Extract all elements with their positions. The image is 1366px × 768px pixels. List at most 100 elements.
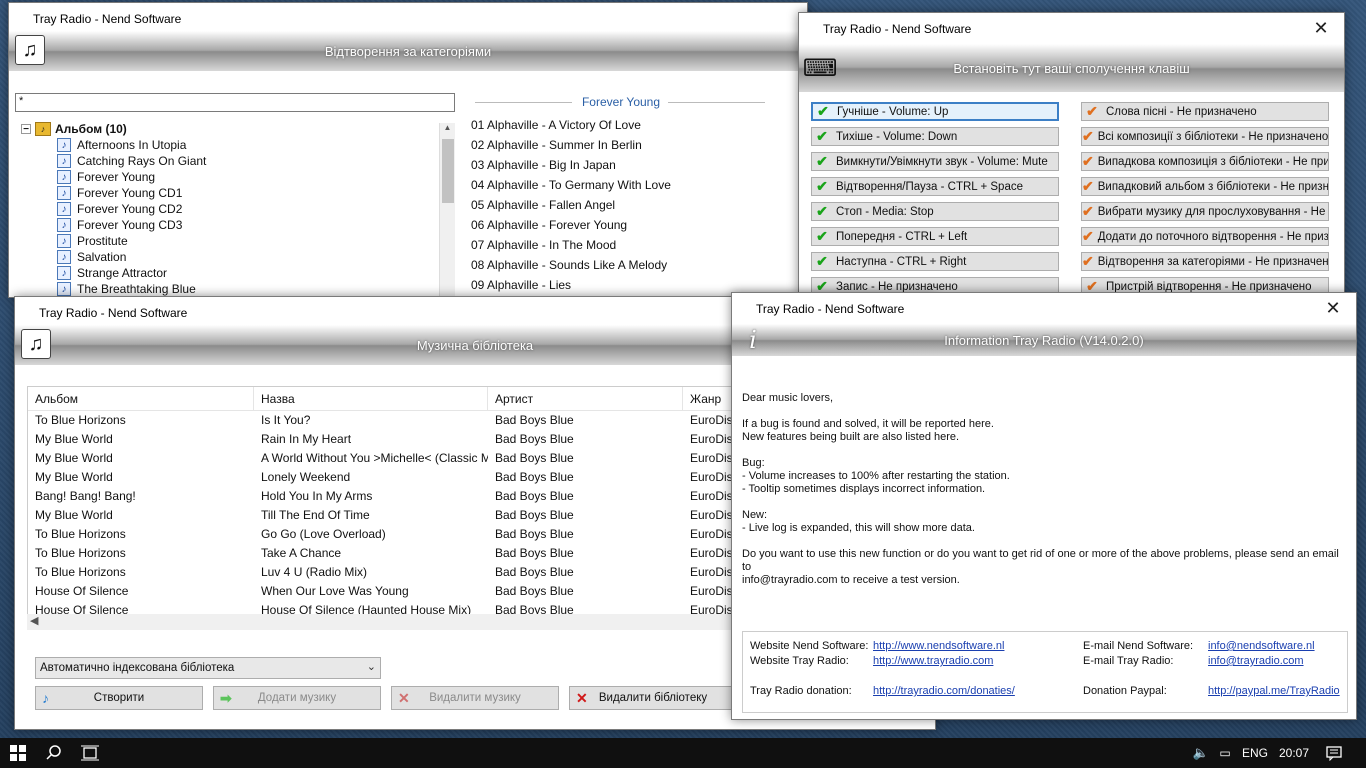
action-center-icon [1326,746,1342,761]
tree-item[interactable]: ♪ Forever Young [21,169,441,185]
tree-item[interactable]: ♪ The Breathtaking Blue [21,281,441,297]
category-tree: − ♪ Альбом (10) ♪ Afternoons In Utopia ♪ C… [21,121,441,297]
hotkey-random-track[interactable]: ✔ Випадкова композиція з бібліотеки - Не … [1081,152,1329,171]
cell-title: Take A Chance [261,546,342,560]
track-item[interactable]: 06 Alphaville - Forever Young [471,215,791,235]
table-row[interactable]: To Blue Horizons Is It You? Bad Boys Blue E… [28,411,806,430]
track-item[interactable]: 02 Alphaville - Summer In Berlin [471,135,791,155]
track-item[interactable]: 01 Alphaville - A Victory Of Love [471,115,791,135]
notification-message-icon[interactable]: ▭ [1216,745,1234,761]
hotkey-label: Додати до поточного відтворення - Не при… [1097,230,1329,243]
scroll-thumb[interactable] [442,139,454,203]
tree-item[interactable]: ♪ Catching Rays On Giant [21,153,441,169]
collapse-icon[interactable]: − [21,124,31,135]
paypal-link[interactable]: http://paypal.me/TrayRadio [1208,685,1340,697]
tree-item[interactable]: ♪ Forever Young CD1 [21,185,441,201]
library-type-select[interactable]: Автоматично індексована бібліотека ⌄ [35,657,381,679]
banner-title: Музична бібліотека [416,337,534,353]
music-note-icon: ♪ [57,170,71,184]
hotkey-all-tracks[interactable]: ✔ Всі композиції з бібліотеки - Не призна… [1081,127,1329,146]
tree-item[interactable]: ♪ Strange Attractor [21,265,441,281]
table-row[interactable]: Bang! Bang! Bang! Hold You In My Arms Bad … [28,487,806,506]
table-row[interactable]: To Blue Horizons Take A Chance Bad Boys Bl… [28,544,806,563]
check-icon: ✔ [1082,253,1094,269]
table-row[interactable]: My Blue World Lonely Weekend Bad Boys Blue… [28,468,806,487]
cell-title: Lonely Weekend [261,470,351,484]
cell-title: A World Without You >Michelle< (Classic … [261,451,488,465]
create-button[interactable]: ♪ Створити [35,686,203,710]
scroll-left-icon[interactable]: ◀ [30,614,38,627]
email-tray-link[interactable]: info@trayradio.com [1208,655,1304,667]
tree-item[interactable]: ♪ Forever Young CD3 [21,217,441,233]
hotkey-previous[interactable]: ✔ Попередня - CTRL + Left [811,227,1059,246]
info-paragraph: If a bug is found and solved, it will be… [742,418,994,443]
scroll-up-icon[interactable]: ▲ [440,123,455,132]
table-row[interactable]: My Blue World A World Without You >Michel… [28,449,806,468]
tree-item[interactable]: ♪ Forever Young CD2 [21,201,441,217]
hotkey-mute[interactable]: ✔ Вимкнути/Увімкнути звук - Volume: Mute [811,152,1059,171]
column-header-album[interactable]: Альбом [28,387,254,410]
cell-album: To Blue Horizons [35,565,126,579]
cell-artist: Bad Boys Blue [495,584,574,598]
donation-label: Tray Radio donation: [750,685,852,697]
search-button[interactable] [44,744,64,762]
hotkey-stop[interactable]: ✔ Стоп - Media: Stop [811,202,1059,221]
action-center-button[interactable] [1324,744,1344,762]
column-header-artist[interactable]: Артист [488,387,683,410]
track-item[interactable]: 04 Alphaville - To Germany With Love [471,175,791,195]
info-window: Tray Radio - Nend Software ✕ i Informati… [731,292,1357,720]
hotkey-volume-down[interactable]: ✔ Тихіше - Volume: Down [811,127,1059,146]
track-item[interactable]: 03 Alphaville - Big In Japan [471,155,791,175]
table-row[interactable]: My Blue World Rain In My Heart Bad Boys Bl… [28,430,806,449]
hotkey-add-current[interactable]: ✔ Додати до поточного відтворення - Не пр… [1081,227,1329,246]
horizontal-scrollbar[interactable]: ◀ [27,614,807,630]
hotkey-play-categories[interactable]: ✔ Відтворення за категоріями - Не признач… [1081,252,1329,271]
table-row[interactable]: House Of Silence When Our Love Was Young B… [28,582,806,601]
donation-link[interactable]: http://trayradio.com/donaties/ [873,685,1015,697]
delete-library-button[interactable]: ✕ Видалити бібліотеку [569,686,737,710]
music-note-icon: ♪ [42,690,49,706]
table-row[interactable]: To Blue Horizons Go Go (Love Overload) Bad… [28,525,806,544]
close-icon[interactable]: ✕ [1310,293,1356,324]
website-tray-link[interactable]: http://www.trayradio.com [873,655,993,667]
cell-title: Rain In My Heart [261,432,352,446]
email-nend-link[interactable]: info@nendsoftware.nl [1208,640,1315,652]
hotkey-label: Гучніше - Volume: Up [837,105,949,118]
close-icon[interactable]: ✕ [1298,13,1344,44]
tree-item[interactable]: ♪ Prostitute [21,233,441,249]
table-row[interactable]: My Blue World Till The End Of Time Bad Boy… [28,506,806,525]
website-nend-link[interactable]: http://www.nendsoftware.nl [873,640,1004,652]
track-item[interactable]: 05 Alphaville - Fallen Angel [471,195,791,215]
add-music-button[interactable]: ➡ Додати музику [213,686,381,710]
hotkey-play-pause[interactable]: ✔ Відтворення/Пауза - CTRL + Space [811,177,1059,196]
button-label: Створити [93,692,145,704]
check-icon: ✔ [1086,103,1098,119]
cell-artist: Bad Boys Blue [495,565,574,579]
track-item[interactable]: 08 Alphaville - Sounds Like A Melody [471,255,791,275]
column-header-title[interactable]: Назва [254,387,488,410]
volume-icon[interactable]: 🔈 [1192,745,1210,761]
hotkey-random-album[interactable]: ✔ Випадковий альбом з бібліотеки - Не при… [1081,177,1329,196]
track-item[interactable]: 07 Alphaville - In The Mood [471,235,791,255]
hotkey-choose-music[interactable]: ✔ Вибрати музику для прослуховування - Не… [1081,202,1329,221]
search-icon [46,745,61,760]
table-row[interactable]: To Blue Horizons Luv 4 U (Radio Mix) Bad B… [28,563,806,582]
tree-scrollbar[interactable]: ▲ [439,123,455,297]
remove-music-button[interactable]: ✕ Видалити музику [391,686,559,710]
hotkey-next[interactable]: ✔ Наступна - CTRL + Right [811,252,1059,271]
task-view-button[interactable] [80,744,100,762]
tree-item[interactable]: ♪ Salvation [21,249,441,265]
tree-root-album[interactable]: − ♪ Альбом (10) [21,121,441,137]
library-table: Альбом Назва Артист Жанр To Blue Horizon… [27,386,807,630]
music-library-icon: ♫ [15,35,45,65]
cell-artist: Bad Boys Blue [495,508,574,522]
hotkey-label: Запис - Не призначено [836,280,958,293]
start-button[interactable] [8,744,28,762]
hotkey-volume-up[interactable]: ✔ Гучніше - Volume: Up [811,102,1059,121]
search-input[interactable]: * [15,93,455,112]
language-indicator[interactable]: ENG [1240,745,1270,761]
tree-item[interactable]: ♪ Afternoons In Utopia [21,137,441,153]
hotkey-lyrics[interactable]: ✔ Слова пісні - Не призначено [1081,102,1329,121]
hotkey-label: Попередня - CTRL + Left [836,230,968,243]
clock[interactable]: 20:07 [1278,745,1310,761]
